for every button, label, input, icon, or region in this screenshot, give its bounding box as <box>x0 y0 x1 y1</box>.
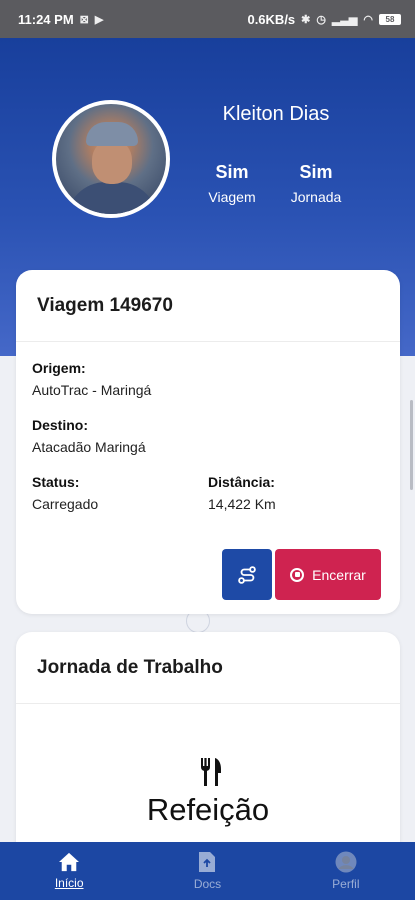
stat-label: Viagem <box>208 189 256 205</box>
meal-button-label[interactable]: Refeição <box>16 792 400 828</box>
stat-label: Jornada <box>290 189 342 205</box>
distance-value: 14,422 Km <box>208 496 276 512</box>
bluetooth-icon: ✱ <box>301 13 311 26</box>
status-value: Carregado <box>32 496 99 512</box>
nav-inicio[interactable]: Início <box>0 842 138 900</box>
destination-value: Atacadão Maringá <box>32 439 146 455</box>
profile-avatar-icon <box>335 851 357 873</box>
stat-value: Sim <box>299 162 333 182</box>
home-icon <box>59 852 80 872</box>
route-icon <box>238 565 256 584</box>
avatar-photo <box>56 104 166 214</box>
trip-title: Viagem 149670 <box>16 270 400 342</box>
nav-label: Perfil <box>332 877 360 891</box>
stat-viagem: Sim Viagem <box>197 162 267 205</box>
notification-icon: ⊠ <box>79 13 89 26</box>
wifi-icon: ◠ <box>363 13 373 26</box>
journey-card: Jornada de Trabalho Refeição <box>16 632 400 872</box>
nav-label: Início <box>54 876 84 890</box>
stop-circle-icon <box>290 567 305 582</box>
document-icon <box>199 852 216 872</box>
scrollbar[interactable] <box>410 400 413 490</box>
battery-icon: 58 <box>379 13 401 25</box>
status-label: Status: <box>32 474 80 490</box>
origin-label: Origem: <box>32 360 86 376</box>
utensils-icon <box>200 758 221 786</box>
end-trip-label: Encerrar <box>312 566 366 583</box>
alarm-icon: ◷ <box>316 13 326 26</box>
bottom-nav: Início Docs Perfil <box>0 842 415 900</box>
stat-value: Sim <box>215 162 249 182</box>
trip-card: Viagem 149670 Origem: AutoTrac - Maringá… <box>16 270 400 614</box>
nav-perfil[interactable]: Perfil <box>277 842 415 900</box>
origin-field: Origem: AutoTrac - Maringá <box>32 360 151 398</box>
signal-icon: ▂▃▅ <box>332 13 358 26</box>
status-time: 11:24 PM <box>18 11 74 27</box>
youtube-icon: ▶ <box>94 13 104 26</box>
status-bar: 11:24 PM ⊠ ▶ 0.6KB/s ✱ ◷ ▂▃▅ ◠ 58 <box>0 0 415 38</box>
user-name: Kleiton Dias <box>222 103 330 125</box>
nav-docs[interactable]: Docs <box>138 842 276 900</box>
network-speed: 0.6KB/s <box>247 11 296 27</box>
profile-avatar <box>52 100 170 218</box>
status-field: Status: Carregado <box>32 474 98 512</box>
route-button[interactable] <box>222 549 272 600</box>
distance-label: Distância: <box>208 474 275 490</box>
stat-jornada: Sim Jornada <box>281 162 351 205</box>
end-trip-button[interactable]: Encerrar <box>275 549 381 600</box>
destination-field: Destino: Atacadão Maringá <box>32 417 146 455</box>
origin-value: AutoTrac - Maringá <box>32 382 152 398</box>
journey-title: Jornada de Trabalho <box>16 632 400 704</box>
destination-label: Destino: <box>32 417 88 433</box>
nav-label: Docs <box>193 877 222 891</box>
distance-field: Distância: 14,422 Km <box>208 474 276 512</box>
